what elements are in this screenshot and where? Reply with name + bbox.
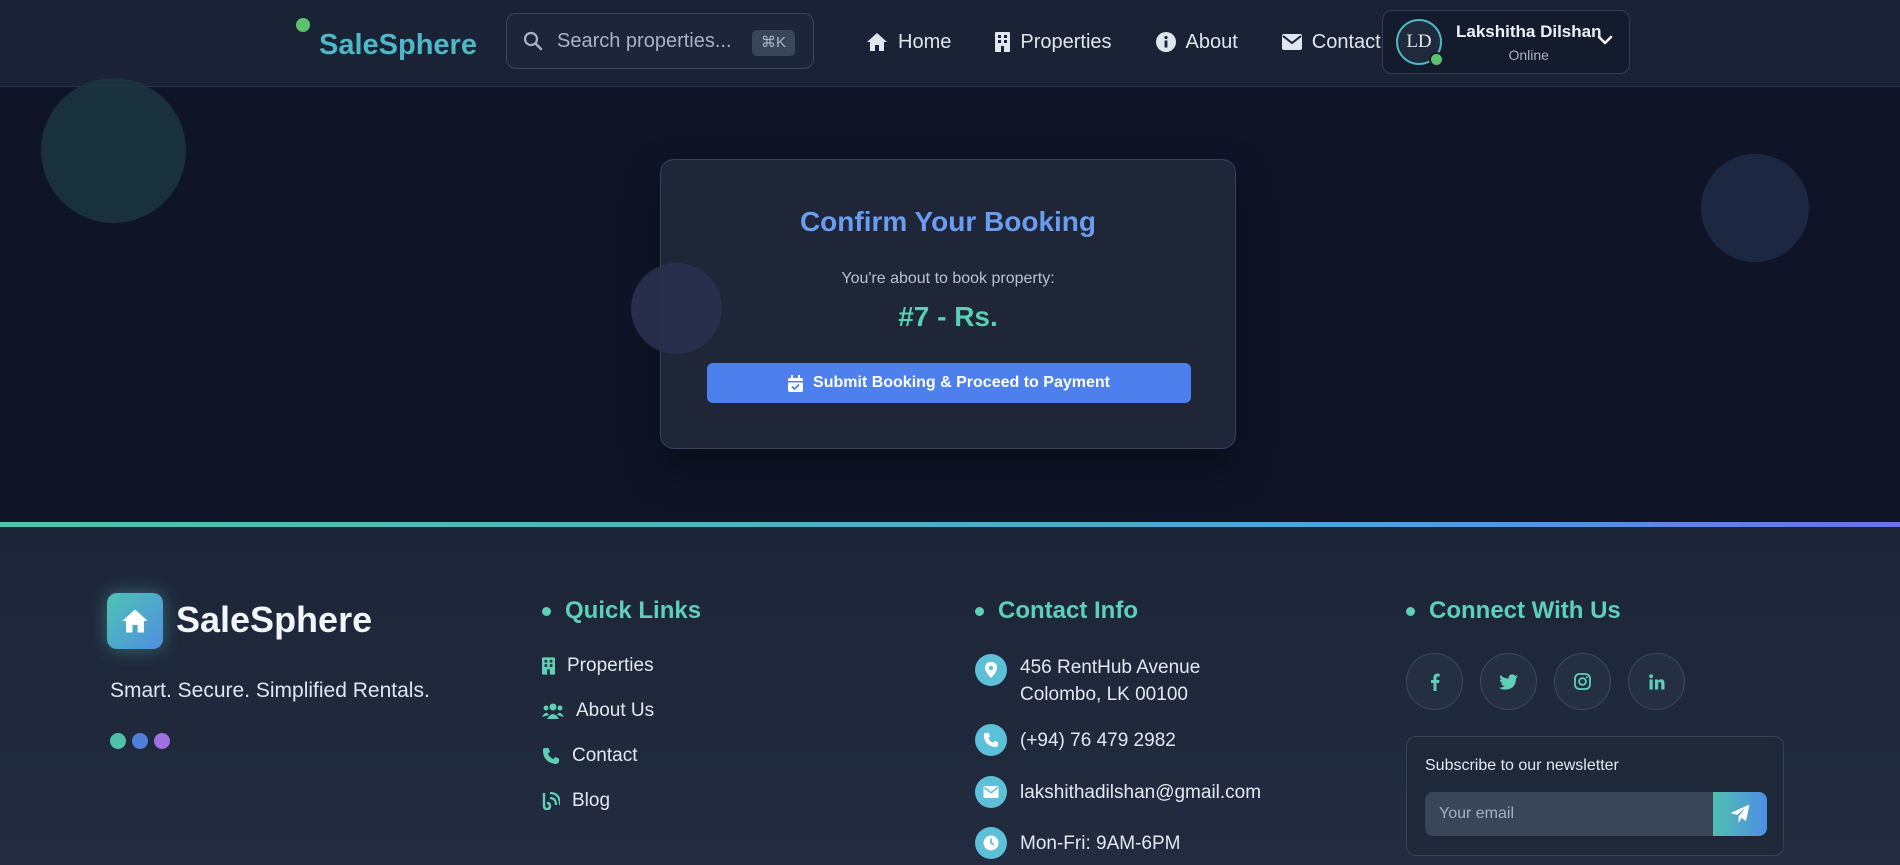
contact-address: 456 RentHub Avenue Colombo, LK 00100 <box>975 654 1200 708</box>
avatar: LD <box>1396 19 1444 67</box>
booking-card: Confirm Your Booking You're about to boo… <box>660 159 1236 449</box>
search-icon <box>523 31 543 51</box>
twitter-icon <box>1499 673 1518 690</box>
decor-circle <box>631 263 722 354</box>
map-pin-icon <box>975 654 1007 686</box>
footer-link-contact[interactable]: Contact <box>542 745 637 767</box>
dot <box>132 733 148 749</box>
facebook-link[interactable] <box>1406 653 1463 710</box>
nav-about-label: About <box>1185 30 1238 53</box>
decor-circle <box>41 78 186 223</box>
social-links <box>1406 653 1702 710</box>
user-name: Lakshitha Dilshan <box>1456 21 1602 41</box>
decor-circle <box>1701 154 1809 262</box>
contact-info-title: Contact Info <box>998 597 1138 624</box>
footer-logo <box>107 593 163 649</box>
clock-icon <box>975 827 1007 859</box>
footer-link-label: About Us <box>576 700 655 721</box>
facebook-icon <box>1430 673 1440 691</box>
instagram-icon <box>1574 673 1591 690</box>
phone-icon <box>543 748 559 764</box>
booking-property: #7 - Rs. <box>898 301 998 332</box>
footer-link-properties[interactable]: Properties <box>542 655 654 677</box>
nav-contact-label: Contact <box>1311 30 1381 53</box>
search-input[interactable] <box>557 29 757 53</box>
footer-link-label: Properties <box>567 655 654 676</box>
contact-hours: Mon-Fri: 9AM-6PM <box>975 827 1180 859</box>
user-menu[interactable]: LD Lakshitha Dilshan Online <box>1382 10 1630 74</box>
blog-icon <box>542 792 560 810</box>
connect-title: Connect With Us <box>1429 597 1621 624</box>
linkedin-link[interactable] <box>1628 653 1685 710</box>
building-icon <box>542 657 555 675</box>
users-icon <box>542 703 564 719</box>
footer-brand: SaleSphere <box>176 599 373 640</box>
user-meta: Lakshitha Dilshan Online <box>1456 22 1601 63</box>
nav-about-link[interactable]: About <box>1155 24 1238 60</box>
connect-heading: Connect With Us <box>1406 597 1621 625</box>
nav-contact-link[interactable]: Contact <box>1281 24 1381 60</box>
bullet <box>1406 606 1415 616</box>
submit-booking-label: Submit Booking & Proceed to Payment <box>813 374 1110 391</box>
address-line: 456 RentHub Avenue <box>1020 657 1201 678</box>
linkedin-icon <box>1648 673 1664 689</box>
avatar-initials: LD <box>1406 31 1432 52</box>
building-icon <box>995 32 1011 52</box>
footer-link-label: Contact <box>572 745 638 766</box>
footer: SaleSphere Smart. Secure. Simplified Ren… <box>0 527 1900 865</box>
nav-links: Home Properties About Contact <box>866 24 1425 60</box>
chevron-down-icon[interactable] <box>1597 34 1613 46</box>
brand-logo[interactable]: SaleSphere <box>296 18 477 66</box>
footer-dots <box>110 733 176 749</box>
dot <box>110 733 126 749</box>
contact-info-heading: Contact Info <box>975 597 1138 625</box>
email-text: lakshithadilshan@gmail.com <box>1020 782 1262 803</box>
footer-link-label: Blog <box>572 790 611 811</box>
contact-email[interactable]: lakshithadilshan@gmail.com <box>975 776 1261 808</box>
phone-text: (+94) 76 479 2982 <box>1020 730 1176 751</box>
top-navbar: SaleSphere ⌘K Home Properties About Cont… <box>0 0 1900 87</box>
booking-subtitle: You're about to book property: <box>841 270 1055 287</box>
home-icon <box>122 609 148 633</box>
search-bar[interactable]: ⌘K <box>506 13 814 69</box>
footer-link-blog[interactable]: Blog <box>542 790 610 812</box>
paper-plane-icon <box>1730 804 1750 823</box>
bullet <box>975 606 984 616</box>
booking-title: Confirm Your Booking <box>799 206 1097 237</box>
brand-name: SaleSphere <box>319 28 477 61</box>
nav-properties-label: Properties <box>1020 30 1112 53</box>
bullet <box>542 606 551 616</box>
address-line: Colombo, LK 00100 <box>1020 684 1188 705</box>
quick-links-heading: Quick Links <box>542 597 701 625</box>
twitter-link[interactable] <box>1480 653 1537 710</box>
newsletter-box: Subscribe to our newsletter <box>1406 736 1784 856</box>
calendar-check-icon <box>788 374 804 392</box>
nav-home-label: Home <box>898 30 952 53</box>
user-status: Online <box>1508 46 1549 63</box>
footer-tagline: Smart. Secure. Simplified Rentals. <box>110 679 430 702</box>
quick-links-title: Quick Links <box>565 597 702 624</box>
nav-home-link[interactable]: Home <box>866 24 951 60</box>
dot <box>154 733 170 749</box>
submit-booking-button[interactable]: Submit Booking & Proceed to Payment <box>707 363 1191 403</box>
nav-properties-link[interactable]: Properties <box>995 24 1112 60</box>
instagram-link[interactable] <box>1554 653 1611 710</box>
newsletter-email-input[interactable] <box>1425 792 1713 836</box>
newsletter-title: Subscribe to our newsletter <box>1425 757 1619 774</box>
envelope-icon <box>975 776 1007 808</box>
envelope-icon <box>1281 34 1302 50</box>
phone-icon <box>975 724 1007 756</box>
search-shortcut-badge: ⌘K <box>751 30 795 56</box>
info-icon <box>1155 32 1176 52</box>
footer-link-about[interactable]: About Us <box>542 700 654 722</box>
address-text: 456 RentHub Avenue Colombo, LK 00100 <box>1020 654 1200 708</box>
home-icon <box>867 33 887 51</box>
online-status-dot <box>1429 52 1444 67</box>
hours-text: Mon-Fri: 9AM-6PM <box>1020 833 1181 854</box>
brand-status-dot <box>296 18 310 32</box>
contact-phone[interactable]: (+94) 76 479 2982 <box>975 724 1176 756</box>
newsletter-submit-button[interactable] <box>1713 792 1767 836</box>
